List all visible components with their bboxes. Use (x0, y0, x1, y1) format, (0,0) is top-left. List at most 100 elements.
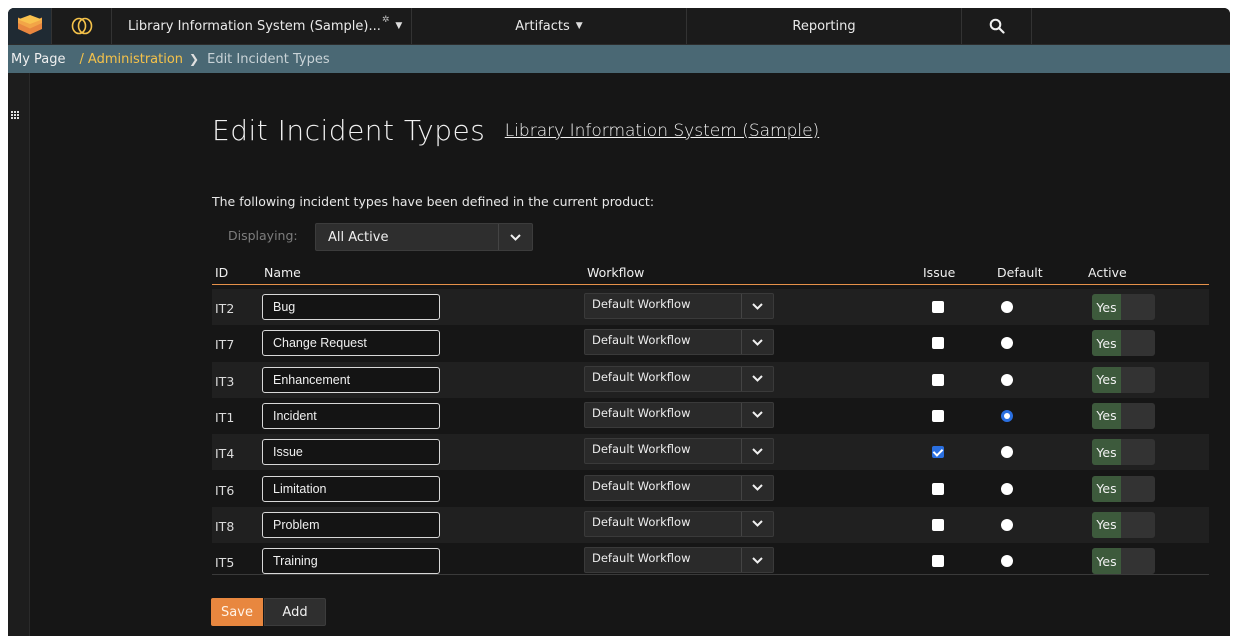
table-row: IT3 Default Workflow Yes (212, 361, 1209, 398)
save-button[interactable]: Save (211, 598, 263, 626)
workflow-value: Default Workflow (592, 478, 691, 493)
header-name: Name (264, 265, 301, 280)
workflow-value: Default Workflow (592, 405, 691, 420)
name-input[interactable] (262, 402, 440, 429)
issue-checkbox[interactable] (932, 337, 944, 350)
active-toggle[interactable]: Yes (1092, 366, 1155, 393)
header-issue: Issue (923, 265, 956, 280)
active-toggle-label: Yes (1092, 366, 1121, 393)
workflow-value: Default Workflow (592, 551, 691, 566)
active-toggle-label: Yes (1092, 548, 1121, 575)
page-title-text: Edit Incident Types (212, 114, 486, 147)
row-id: IT4 (215, 446, 235, 462)
product-icon-button[interactable] (52, 8, 112, 44)
name-input[interactable] (262, 294, 440, 320)
active-toggle[interactable]: Yes (1092, 511, 1155, 538)
product-link[interactable]: Library Information System (Sample) (505, 121, 819, 141)
product-selector[interactable]: Library Information System (Sample)... ✲… (112, 8, 412, 44)
workflow-select[interactable]: Default Workflow (584, 474, 774, 501)
active-toggle[interactable]: Yes (1092, 475, 1155, 502)
row-id: IT5 (215, 555, 235, 571)
workflow-select[interactable]: Default Workflow (584, 438, 774, 465)
chevron-down-icon (741, 402, 773, 427)
table-row: IT1 Default Workflow Yes (212, 398, 1209, 434)
name-input[interactable] (262, 475, 440, 502)
breadcrumb-administration[interactable]: Administration (88, 52, 183, 67)
active-toggle-label: Yes (1092, 475, 1121, 502)
breadcrumb: My Page / Administration ❯ Edit Incident… (8, 45, 1230, 73)
row-id: IT6 (215, 482, 235, 498)
default-radio[interactable] (1001, 301, 1013, 313)
workflow-select[interactable]: Default Workflow (584, 510, 774, 537)
logo-button[interactable] (8, 8, 52, 44)
name-input[interactable] (262, 366, 440, 393)
workflow-select[interactable]: Default Workflow (584, 401, 774, 428)
name-input[interactable] (262, 439, 440, 466)
header-workflow: Workflow (587, 265, 645, 280)
active-toggle[interactable]: Yes (1092, 294, 1155, 320)
displaying-select[interactable]: All Active (315, 223, 533, 251)
default-radio[interactable] (1001, 518, 1013, 531)
default-radio[interactable] (1001, 337, 1013, 350)
add-button[interactable]: Add (264, 598, 326, 626)
table-row: IT8 Default Workflow Yes (212, 506, 1209, 543)
name-input[interactable] (262, 548, 440, 575)
caret-down-icon: ▼ (575, 21, 583, 31)
issue-checkbox[interactable] (932, 446, 944, 459)
default-radio[interactable] (1001, 555, 1013, 568)
issue-checkbox[interactable] (932, 482, 944, 495)
artifacts-label: Artifacts (515, 18, 570, 34)
active-toggle[interactable]: Yes (1092, 439, 1155, 466)
product-name: Library Information System (Sample)... (128, 18, 381, 34)
default-radio[interactable] (1001, 373, 1013, 386)
issue-checkbox[interactable] (932, 518, 944, 531)
chevron-right-icon: ❯ (189, 52, 200, 66)
default-radio[interactable] (1001, 409, 1013, 422)
active-toggle[interactable]: Yes (1092, 330, 1155, 357)
issue-checkbox[interactable] (932, 409, 944, 422)
grid-icon[interactable] (11, 111, 20, 120)
issue-checkbox[interactable] (932, 301, 944, 313)
default-radio[interactable] (1001, 482, 1013, 495)
workflow-value: Default Workflow (592, 442, 691, 457)
issue-checkbox[interactable] (932, 555, 944, 568)
displaying-value: All Active (328, 230, 389, 245)
artifacts-menu[interactable]: Artifacts ▼ (412, 8, 687, 44)
table-row: IT7 Default Workflow Yes (212, 325, 1209, 361)
chevron-down-icon (741, 294, 773, 318)
active-toggle-label: Yes (1092, 294, 1121, 320)
divider (212, 574, 1209, 575)
name-input[interactable] (262, 330, 440, 357)
active-toggle[interactable]: Yes (1092, 402, 1155, 429)
gear-icon: ✲ (381, 15, 390, 25)
active-toggle[interactable]: Yes (1092, 548, 1155, 575)
displaying-label: Displaying: (228, 228, 298, 243)
workflow-value: Default Workflow (592, 333, 691, 348)
row-id: IT1 (215, 409, 235, 425)
workflow-select[interactable]: Default Workflow (584, 329, 774, 356)
product-rings-icon (71, 17, 92, 35)
table-row: IT6 Default Workflow Yes (212, 471, 1209, 507)
row-id: IT2 (215, 301, 235, 316)
name-input[interactable] (262, 511, 440, 538)
workflow-select[interactable]: Default Workflow (584, 293, 774, 319)
active-toggle-label: Yes (1092, 330, 1121, 357)
workflow-select[interactable]: Default Workflow (584, 547, 774, 574)
search-button[interactable] (962, 8, 1032, 44)
page-title: Edit Incident Types Library Information … (212, 114, 819, 147)
top-navigation: Library Information System (Sample)... ✲… (8, 8, 1230, 45)
row-id: IT3 (215, 373, 235, 389)
chevron-down-icon (741, 548, 773, 573)
header-id: ID (215, 265, 229, 280)
default-radio[interactable] (1001, 446, 1013, 459)
chevron-down-icon (498, 224, 532, 250)
chevron-down-icon (741, 439, 773, 464)
chevron-down-icon (741, 366, 773, 391)
issue-checkbox[interactable] (932, 373, 944, 386)
breadcrumb-my-page[interactable]: My Page (11, 52, 66, 67)
chevron-down-icon (741, 330, 773, 355)
workflow-value: Default Workflow (592, 369, 691, 384)
workflow-select[interactable]: Default Workflow (584, 365, 774, 392)
reporting-menu[interactable]: Reporting (687, 8, 962, 44)
active-toggle-label: Yes (1092, 402, 1121, 429)
